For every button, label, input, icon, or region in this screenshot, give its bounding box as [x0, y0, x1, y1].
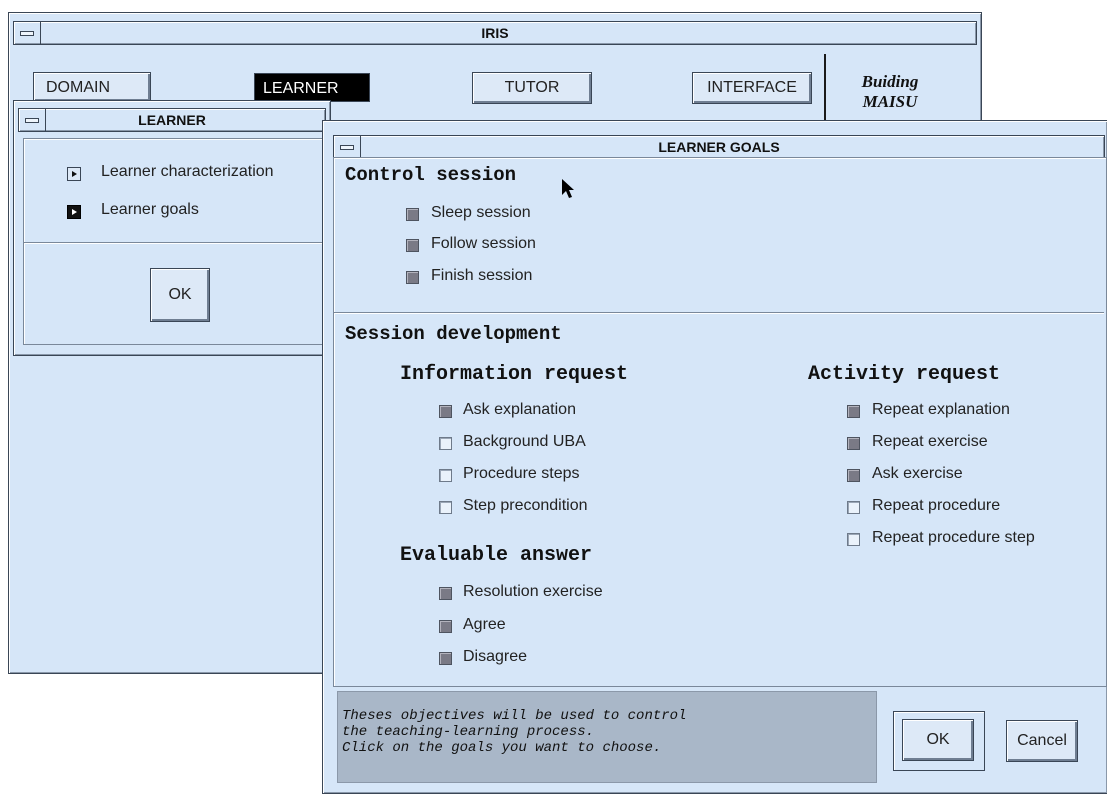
- brand-line-2: MAISU: [862, 92, 918, 111]
- control-session-heading: Control session: [345, 164, 517, 186]
- follow-session-checkbox[interactable]: [406, 239, 419, 252]
- agree-checkbox[interactable]: [439, 620, 452, 633]
- brand-divider: [824, 54, 826, 120]
- ask-explanation-checkbox[interactable]: [439, 405, 452, 418]
- tab-domain[interactable]: DOMAIN: [33, 72, 151, 102]
- submenu-arrow-icon: [67, 205, 81, 219]
- goals-cancel-button[interactable]: Cancel: [1006, 720, 1078, 762]
- repeat-procedure-step-checkbox[interactable]: [847, 533, 860, 546]
- ask-exercise-label[interactable]: Ask exercise: [872, 465, 963, 483]
- brand-line-1: Buiding: [861, 72, 919, 91]
- finish-session-label[interactable]: Finish session: [431, 267, 532, 285]
- tab-interface[interactable]: INTERFACE: [692, 72, 812, 104]
- resolution-exercise-checkbox[interactable]: [439, 587, 452, 600]
- session-development-heading: Session development: [345, 323, 562, 345]
- finish-session-checkbox[interactable]: [406, 271, 419, 284]
- window-menu-icon[interactable]: [19, 109, 46, 131]
- help-text-content: Theses objectives will be used to contro…: [342, 708, 686, 756]
- goals-ok-button[interactable]: OK: [902, 719, 974, 761]
- iris-title-bar[interactable]: IRIS: [13, 21, 977, 45]
- step-precondition-label[interactable]: Step precondition: [463, 497, 588, 515]
- activity-request-heading: Activity request: [808, 363, 1001, 386]
- procedure-steps-label[interactable]: Procedure steps: [463, 465, 580, 483]
- goals-title: LEARNER GOALS: [658, 139, 780, 155]
- procedure-steps-checkbox[interactable]: [439, 469, 452, 482]
- follow-session-label[interactable]: Follow session: [431, 235, 536, 253]
- ask-explanation-label[interactable]: Ask explanation: [463, 401, 576, 419]
- disagree-checkbox[interactable]: [439, 652, 452, 665]
- goals-title-bar[interactable]: LEARNER GOALS: [333, 135, 1105, 159]
- tab-tutor[interactable]: TUTOR: [472, 72, 592, 104]
- background-uba-checkbox[interactable]: [439, 437, 452, 450]
- learner-characterization-label: Learner characterization: [101, 163, 274, 180]
- repeat-exercise-checkbox[interactable]: [847, 437, 860, 450]
- mouse-pointer-icon: [562, 179, 574, 198]
- repeat-procedure-step-label[interactable]: Repeat procedure step: [872, 529, 1035, 547]
- help-line-2: the teaching-learning process.: [342, 724, 595, 740]
- iris-title: IRIS: [481, 25, 509, 41]
- sleep-session-label[interactable]: Sleep session: [431, 204, 531, 222]
- sleep-session-checkbox[interactable]: [406, 208, 419, 221]
- learner-title-bar[interactable]: LEARNER: [18, 108, 326, 132]
- section-divider: [334, 312, 1104, 314]
- window-menu-icon[interactable]: [334, 136, 361, 158]
- help-line-1: Theses objectives will be used to contro…: [342, 708, 687, 724]
- repeat-exercise-label[interactable]: Repeat exercise: [872, 433, 988, 451]
- repeat-procedure-checkbox[interactable]: [847, 501, 860, 514]
- help-line-3: Click on the goals you want to choose.: [342, 740, 662, 756]
- resolution-exercise-label[interactable]: Resolution exercise: [463, 583, 603, 601]
- repeat-explanation-checkbox[interactable]: [847, 405, 860, 418]
- evaluable-answer-heading: Evaluable answer: [400, 544, 593, 567]
- repeat-explanation-label[interactable]: Repeat explanation: [872, 401, 1010, 419]
- learner-title: LEARNER: [138, 112, 206, 128]
- information-request-heading: Information request: [400, 363, 629, 386]
- learner-divider: [24, 242, 322, 244]
- ask-exercise-checkbox[interactable]: [847, 469, 860, 482]
- brand-logo: Buiding MAISU: [834, 72, 946, 112]
- disagree-label[interactable]: Disagree: [463, 648, 527, 666]
- submenu-arrow-icon: [67, 167, 81, 181]
- learner-characterization-item[interactable]: Learner characterization: [67, 163, 327, 185]
- help-text-box: Theses objectives will be used to contro…: [337, 691, 877, 783]
- window-menu-icon[interactable]: [14, 22, 41, 44]
- step-precondition-checkbox[interactable]: [439, 501, 452, 514]
- learner-goals-label: Learner goals: [101, 201, 199, 218]
- background-uba-label[interactable]: Background UBA: [463, 433, 586, 451]
- tab-learner[interactable]: LEARNER: [254, 73, 370, 102]
- learner-ok-button[interactable]: OK: [150, 268, 210, 322]
- agree-label[interactable]: Agree: [463, 616, 506, 634]
- learner-goals-item[interactable]: Learner goals: [67, 201, 327, 223]
- repeat-procedure-label[interactable]: Repeat procedure: [872, 497, 1000, 515]
